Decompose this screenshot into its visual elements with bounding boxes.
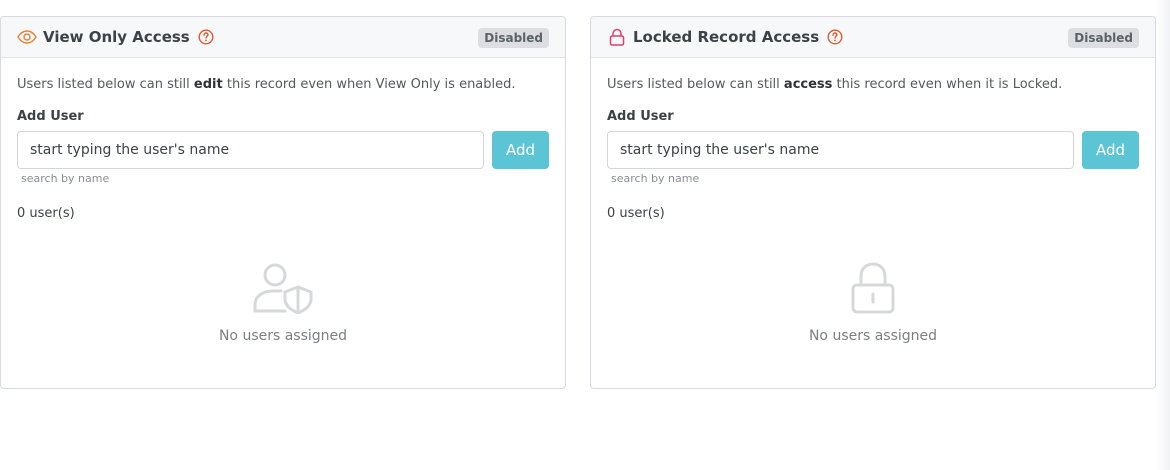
input-hint: search by name [21,172,110,185]
empty-state-text: No users assigned [808,328,938,344]
input-hint: search by name [611,172,700,185]
question-circle-icon[interactable] [827,29,843,45]
view-only-access-panel: View Only Access Disabled Users listed b… [0,16,566,389]
add-user-button[interactable]: Add [1082,131,1139,169]
add-user-label: Add User [17,109,84,124]
panel-description: Users listed below can still edit this r… [17,77,516,92]
empty-state: No users assigned [591,262,1155,344]
page-edge-shadow [1156,0,1170,470]
status-badge: Disabled [1068,28,1139,48]
user-search-input[interactable] [607,131,1074,169]
lock-icon [607,27,627,47]
eye-icon [17,27,37,47]
question-circle-icon[interactable] [198,29,214,45]
user-shield-icon [1,262,565,314]
lock-icon [591,262,1155,314]
panel-title: Locked Record Access [633,28,820,46]
panel-header: View Only Access Disabled [1,17,565,58]
user-search-input[interactable] [17,131,484,169]
empty-state-text: No users assigned [218,328,348,344]
user-count: 0 user(s) [607,206,665,221]
user-count: 0 user(s) [17,206,75,221]
add-user-button[interactable]: Add [492,131,549,169]
panel-header: Locked Record Access Disabled [591,17,1155,58]
locked-record-access-panel: Locked Record Access Disabled Users list… [590,16,1156,389]
panel-description: Users listed below can still access this… [607,77,1063,92]
add-user-label: Add User [607,109,674,124]
status-badge: Disabled [478,28,549,48]
panel-title: View Only Access [43,28,190,46]
empty-state: No users assigned [1,262,565,344]
